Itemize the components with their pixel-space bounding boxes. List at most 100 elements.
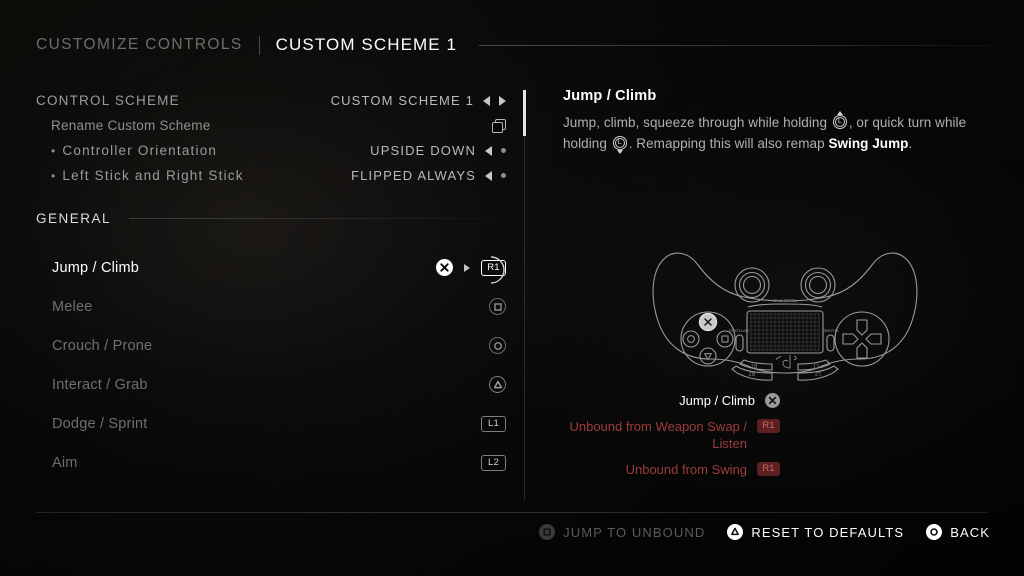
- triangle-button-icon: [727, 524, 744, 540]
- svg-text:L1: L1: [813, 362, 819, 368]
- section-label: GENERAL: [36, 211, 112, 226]
- breadcrumb: CUSTOMIZE CONTROLS CUSTOM SCHEME 1: [36, 30, 994, 60]
- l2-button-icon: L2: [481, 454, 506, 471]
- binding-row-crouch-prone[interactable]: Crouch / Prone: [36, 326, 508, 365]
- legend-row-unbound-weapon-swap: Unbound from Weapon Swap / Listen R1: [560, 418, 780, 452]
- cross-button-icon: [436, 259, 453, 276]
- chevron-right-disabled-icon: [501, 173, 506, 178]
- reset-to-defaults-button[interactable]: RESET TO DEFAULTS: [727, 524, 904, 540]
- binding-label: Jump / Climb: [52, 259, 139, 276]
- settings-panel: CONTROL SCHEME CUSTOM SCHEME 1 Rename Cu…: [36, 88, 508, 503]
- binding-chip-selected[interactable]: R1: [481, 255, 506, 284]
- controls-remap-screen: CUSTOMIZE CONTROLS CUSTOM SCHEME 1 CONTR…: [0, 0, 1024, 576]
- chevron-left-icon[interactable]: [485, 145, 492, 156]
- svg-text:R2: R2: [749, 370, 756, 376]
- left-stick-up-icon: L: [832, 111, 848, 130]
- square-button-icon: [539, 524, 556, 540]
- binding-assignment[interactable]: R1: [436, 255, 506, 284]
- option-value: UPSIDE DOWN: [370, 143, 476, 158]
- svg-text:R1: R1: [751, 362, 758, 368]
- footer-divider: [36, 512, 988, 513]
- stick-label: L: [614, 138, 625, 148]
- option-control[interactable]: CUSTOM SCHEME 1: [331, 93, 506, 108]
- square-button-icon: [489, 298, 506, 315]
- option-label: CONTROL SCHEME: [36, 93, 180, 108]
- option-control[interactable]: UPSIDE DOWN: [370, 143, 506, 158]
- footer-label: BACK: [950, 524, 990, 540]
- svg-text:OPTIONS: OPTIONS: [729, 328, 749, 333]
- option-label: Left Stick and Right Stick: [36, 168, 244, 183]
- triangle-button-icon: [489, 376, 506, 393]
- binding-row-dodge-sprint[interactable]: Dodge / Sprint L1: [36, 404, 508, 443]
- desc-segment-1: Jump, climb, squeeze through while holdi…: [563, 115, 831, 130]
- section-divider: [129, 218, 508, 219]
- option-row-controller-orientation[interactable]: Controller Orientation UPSIDE DOWN: [36, 138, 508, 163]
- arrow-right-icon: [464, 263, 470, 272]
- binding-row-aim[interactable]: Aim L2: [36, 443, 508, 482]
- option-row-control-scheme[interactable]: CONTROL SCHEME CUSTOM SCHEME 1: [36, 88, 508, 113]
- controller-diagram: L2 R2 L1 R1 TOUCHPAD SHARE OPTIONS: [640, 243, 930, 391]
- breadcrumb-separator: [258, 35, 260, 55]
- chevron-right-disabled-icon: [501, 148, 506, 153]
- circle-button-icon: [926, 524, 943, 540]
- detail-description: Jump, climb, squeeze through while holdi…: [563, 111, 993, 154]
- binding-label: Melee: [52, 298, 93, 315]
- svg-text:TOUCHPAD: TOUCHPAD: [772, 298, 798, 303]
- chevron-left-icon[interactable]: [485, 170, 492, 181]
- jump-to-unbound-button[interactable]: JUMP TO UNBOUND: [539, 524, 705, 540]
- option-label: Controller Orientation: [36, 143, 217, 158]
- footer-label: JUMP TO UNBOUND: [563, 524, 706, 540]
- binding-label: Crouch / Prone: [52, 337, 153, 354]
- legend-row-current: Jump / Climb: [560, 392, 780, 409]
- binding-row-melee[interactable]: Melee: [36, 287, 508, 326]
- cross-button-icon: [765, 393, 780, 408]
- legend-label: Unbound from Weapon Swap / Listen: [569, 419, 747, 451]
- option-value: CUSTOM SCHEME 1: [330, 93, 474, 108]
- option-row-stick-flip[interactable]: Left Stick and Right Stick FLIPPED ALWAY…: [36, 163, 508, 188]
- desc-segment-3: . Remapping this will also remap: [628, 136, 829, 151]
- r1-button-icon: R1: [757, 462, 780, 476]
- footer-actions: JUMP TO UNBOUND RESET TO DEFAULTS BACK: [539, 524, 990, 540]
- duplicate-icon[interactable]: [492, 118, 506, 133]
- option-value: FLIPPED ALWAYS: [351, 168, 476, 183]
- binding-assignment[interactable]: [489, 298, 506, 315]
- back-button[interactable]: BACK: [926, 524, 990, 540]
- option-label: Rename Custom Scheme: [51, 118, 211, 133]
- section-header-general: GENERAL: [36, 211, 508, 226]
- l1-button-icon: L1: [481, 415, 506, 432]
- binding-assignment[interactable]: [489, 337, 506, 354]
- legend-label: Unbound from Swing: [625, 462, 747, 477]
- stick-label: L: [834, 117, 845, 127]
- binding-list: Jump / Climb R1 Melee Crouch / Prone Int…: [36, 248, 508, 482]
- binding-row-jump-climb[interactable]: Jump / Climb R1: [36, 248, 508, 287]
- svg-text:L2: L2: [815, 370, 821, 376]
- desc-bold-term: Swing Jump: [828, 136, 909, 151]
- binding-assignment[interactable]: L2: [481, 454, 506, 471]
- left-stick-down-icon: L: [612, 135, 628, 154]
- scrollbar-thumb[interactable]: [523, 90, 526, 136]
- circle-button-icon: [489, 337, 506, 354]
- option-control[interactable]: FLIPPED ALWAYS: [351, 168, 506, 183]
- binding-label: Dodge / Sprint: [52, 415, 148, 432]
- binding-row-interact-grab[interactable]: Interact / Grab: [36, 365, 508, 404]
- footer-label: RESET TO DEFAULTS: [751, 524, 905, 540]
- option-row-rename-scheme[interactable]: Rename Custom Scheme: [36, 113, 508, 138]
- chevron-right-icon[interactable]: [499, 95, 506, 106]
- chevron-left-icon[interactable]: [483, 95, 490, 106]
- binding-assignment[interactable]: [489, 376, 506, 393]
- binding-assignment[interactable]: L1: [481, 415, 506, 432]
- desc-segment-4: .: [908, 136, 913, 151]
- header-divider: [479, 44, 994, 46]
- legend-label: Jump / Climb: [679, 393, 755, 408]
- r1-button-icon: R1: [757, 419, 780, 433]
- legend-row-unbound-swing: Unbound from Swing R1: [560, 461, 780, 478]
- option-control[interactable]: [492, 118, 506, 133]
- binding-label: Interact / Grab: [52, 376, 148, 393]
- scrollbar-track[interactable]: [524, 90, 525, 500]
- breadcrumb-parent[interactable]: CUSTOMIZE CONTROLS: [36, 36, 243, 54]
- detail-title: Jump / Climb: [563, 88, 657, 104]
- breadcrumb-current: CUSTOM SCHEME 1: [275, 35, 458, 54]
- binding-legend: Jump / Climb Unbound from Weapon Swap / …: [560, 392, 780, 487]
- detail-panel: Jump / Climb Jump, climb, squeeze throug…: [563, 88, 993, 154]
- binding-label: Aim: [52, 454, 78, 471]
